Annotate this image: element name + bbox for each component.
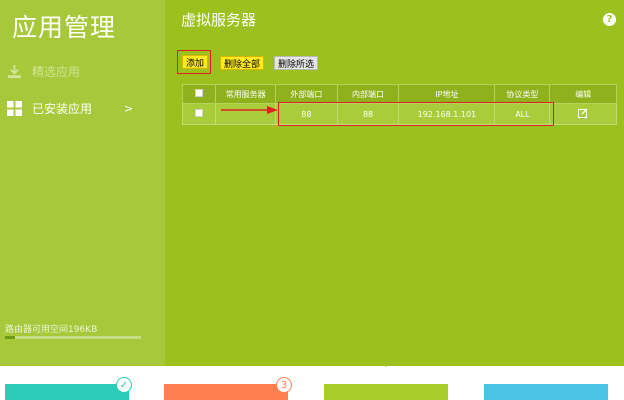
header-external-port: 外部端口 <box>275 84 338 104</box>
sidebar: 应用管理 精选应用 已安装应用 > 路由器可用空间196KB <box>0 0 165 366</box>
pointer-arrow-icon <box>221 106 278 114</box>
select-all-checkbox[interactable] <box>195 89 204 97</box>
sidebar-item-installed-apps[interactable]: 已安装应用 > <box>0 93 165 123</box>
storage-bar-fill <box>5 336 15 339</box>
download-icon <box>7 64 22 78</box>
help-icon[interactable]: ? <box>603 13 616 26</box>
chevron-right-icon: > <box>124 101 134 115</box>
edit-icon[interactable] <box>578 108 588 118</box>
row-highlight-box <box>278 102 554 126</box>
app-title: 应用管理 <box>12 13 117 42</box>
header-protocol: 协议类型 <box>494 84 551 104</box>
step-card-2[interactable] <box>164 384 288 400</box>
header-edit: 编辑 <box>549 84 617 104</box>
storage-bar <box>5 336 141 339</box>
section-pointer <box>379 360 393 367</box>
delete-selected-button[interactable]: 删除所选 <box>274 56 319 70</box>
step-number-badge: 3 <box>276 377 292 393</box>
table-header-row: 常用服务器 外部端口 内部端口 IP地址 协议类型 编辑 <box>181 84 617 104</box>
sidebar-item-label: 精选应用 <box>32 64 81 79</box>
select-all-header[interactable] <box>181 84 217 104</box>
step-card-1[interactable] <box>5 384 129 400</box>
header-ip-address: IP地址 <box>398 84 496 104</box>
row-checkbox[interactable] <box>195 109 204 117</box>
storage-text: 路由器可用空间196KB <box>5 325 98 335</box>
page-title: 虚拟服务器 <box>181 11 257 29</box>
delete-all-button[interactable]: 删除全部 <box>220 56 265 70</box>
step-card-4[interactable] <box>484 384 608 400</box>
header-internal-port: 内部端口 <box>336 84 400 104</box>
sidebar-item-label: 已安装应用 <box>32 101 93 116</box>
main-panel: 虚拟服务器 ? 添加 删除全部 删除所选 常用服务器 外部端口 内部端口 IP地… <box>165 0 624 366</box>
header-common-server: 常用服务器 <box>215 84 277 104</box>
grid-icon <box>7 100 22 116</box>
sidebar-item-featured-apps[interactable]: 精选应用 <box>0 56 165 86</box>
check-icon: ✓ <box>116 377 132 393</box>
step-card-3[interactable] <box>324 384 448 400</box>
add-button[interactable]: 添加 <box>182 55 209 69</box>
cell-edit[interactable] <box>549 103 617 125</box>
row-checkbox-cell[interactable] <box>181 103 217 125</box>
